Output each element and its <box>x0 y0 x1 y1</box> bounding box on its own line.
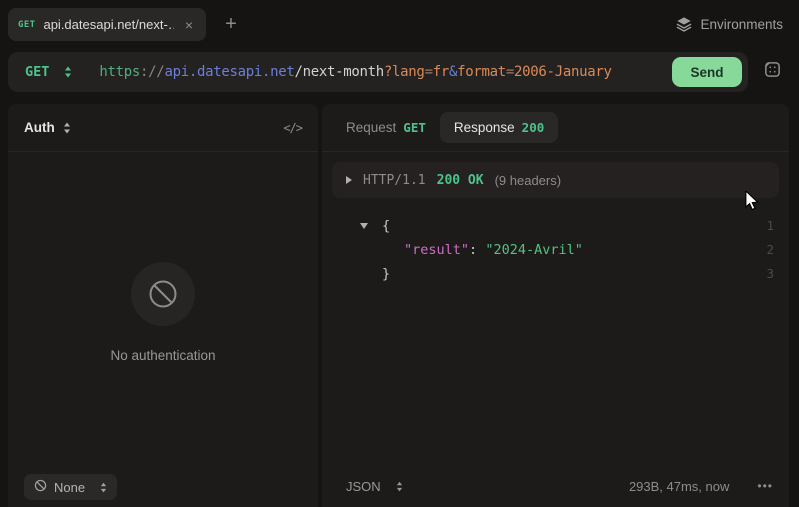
status-code: 200 OK <box>437 173 484 188</box>
url-input[interactable]: https://api.datesapi.net/next-month?lang… <box>99 64 611 80</box>
response-meta: 293B, 47ms, now <box>629 479 729 494</box>
json-line: } 3 <box>322 262 789 286</box>
more-menu-icon[interactable]: ••• <box>757 479 773 493</box>
collapse-icon[interactable] <box>360 223 368 229</box>
request-method-badge: GET <box>403 120 426 135</box>
url-equals2: = <box>506 64 514 80</box>
tab-request[interactable]: Request GET <box>346 120 426 135</box>
body-format-dropdown[interactable]: JSON <box>346 479 403 494</box>
auth-panel-header: Auth </> <box>8 104 318 152</box>
url-scheme: https <box>99 64 140 80</box>
url-query-key2: format <box>457 64 506 80</box>
plus-icon: + <box>225 13 237 36</box>
auth-tab-selector[interactable]: Auth <box>24 120 55 135</box>
method-select[interactable]: GET <box>8 64 72 80</box>
url-bar: GET https://api.datesapi.net/next-month?… <box>8 52 748 92</box>
method-label: GET <box>25 64 49 80</box>
chevron-updown-icon[interactable] <box>63 122 71 134</box>
url-ampersand: & <box>449 64 457 80</box>
url-query-value2: 2006-January <box>514 64 612 80</box>
url-path: /next-month <box>295 64 384 80</box>
close-icon[interactable]: × <box>182 16 196 34</box>
layers-icon <box>676 16 692 32</box>
new-tab-button[interactable]: + <box>216 9 246 39</box>
chevron-updown-icon <box>64 66 72 78</box>
url-host: api.datesapi.net <box>164 64 294 80</box>
headers-count: (9 headers) <box>495 173 561 188</box>
tab-method-badge: GET <box>18 20 35 30</box>
http-protocol: HTTP/1.1 <box>363 173 426 188</box>
request-tab-label: Request <box>346 120 396 135</box>
json-open-brace: { <box>382 218 390 234</box>
auth-panel: Auth </> No authentication None <box>8 104 318 507</box>
line-number: 3 <box>766 262 774 286</box>
line-number: 2 <box>766 238 774 262</box>
response-body-viewer: { 1 "result": "2024-Avril" 2 } 3 <box>322 214 789 286</box>
grid-panel-icon <box>763 60 782 84</box>
request-tab-chip[interactable]: GET api.datesapi.net/next-… × <box>8 8 206 41</box>
format-label: JSON <box>346 479 381 494</box>
environments-label: Environments <box>700 17 783 32</box>
url-equals1: = <box>425 64 433 80</box>
json-line: { 1 <box>322 214 789 238</box>
line-number: 1 <box>766 214 774 238</box>
response-panel-tabs: Request GET Response 200 <box>322 104 789 152</box>
app-window: GET api.datesapi.net/next-… × + Environm… <box>0 0 799 507</box>
code-icon[interactable]: </> <box>283 121 302 135</box>
chevron-updown-icon <box>100 482 107 493</box>
auth-type-label: None <box>54 480 85 495</box>
json-close-brace: } <box>382 266 390 282</box>
url-separator: :// <box>140 64 164 80</box>
environments-button[interactable]: Environments <box>676 12 783 36</box>
auth-type-dropdown[interactable]: None <box>24 474 117 500</box>
url-query-key1: ?lang <box>384 64 425 80</box>
response-footer: JSON 293B, 47ms, now ••• <box>322 465 789 507</box>
expand-icon[interactable] <box>346 176 352 184</box>
tab-title: api.datesapi.net/next-… <box>43 17 173 32</box>
response-status-line[interactable]: HTTP/1.1 200 OK (9 headers) <box>332 162 779 198</box>
response-panel: Request GET Response 200 HTTP/1.1 200 OK… <box>322 104 789 507</box>
json-key: "result" <box>404 242 469 258</box>
json-line: "result": "2024-Avril" 2 <box>322 238 789 262</box>
tab-response[interactable]: Response 200 <box>440 112 558 143</box>
auth-empty-state: No authentication <box>8 262 318 363</box>
response-tab-label: Response <box>454 120 515 135</box>
send-button[interactable]: Send <box>672 57 742 87</box>
response-status-badge: 200 <box>522 120 545 135</box>
url-query-value1: fr <box>433 64 449 80</box>
ban-icon <box>131 262 195 326</box>
layout-toggle-button[interactable] <box>754 58 790 86</box>
ban-icon <box>34 479 47 495</box>
json-value: "2024-Avril" <box>485 242 583 258</box>
chevron-updown-icon <box>396 481 403 492</box>
no-authentication-label: No authentication <box>110 348 215 363</box>
json-colon: : <box>469 242 477 258</box>
